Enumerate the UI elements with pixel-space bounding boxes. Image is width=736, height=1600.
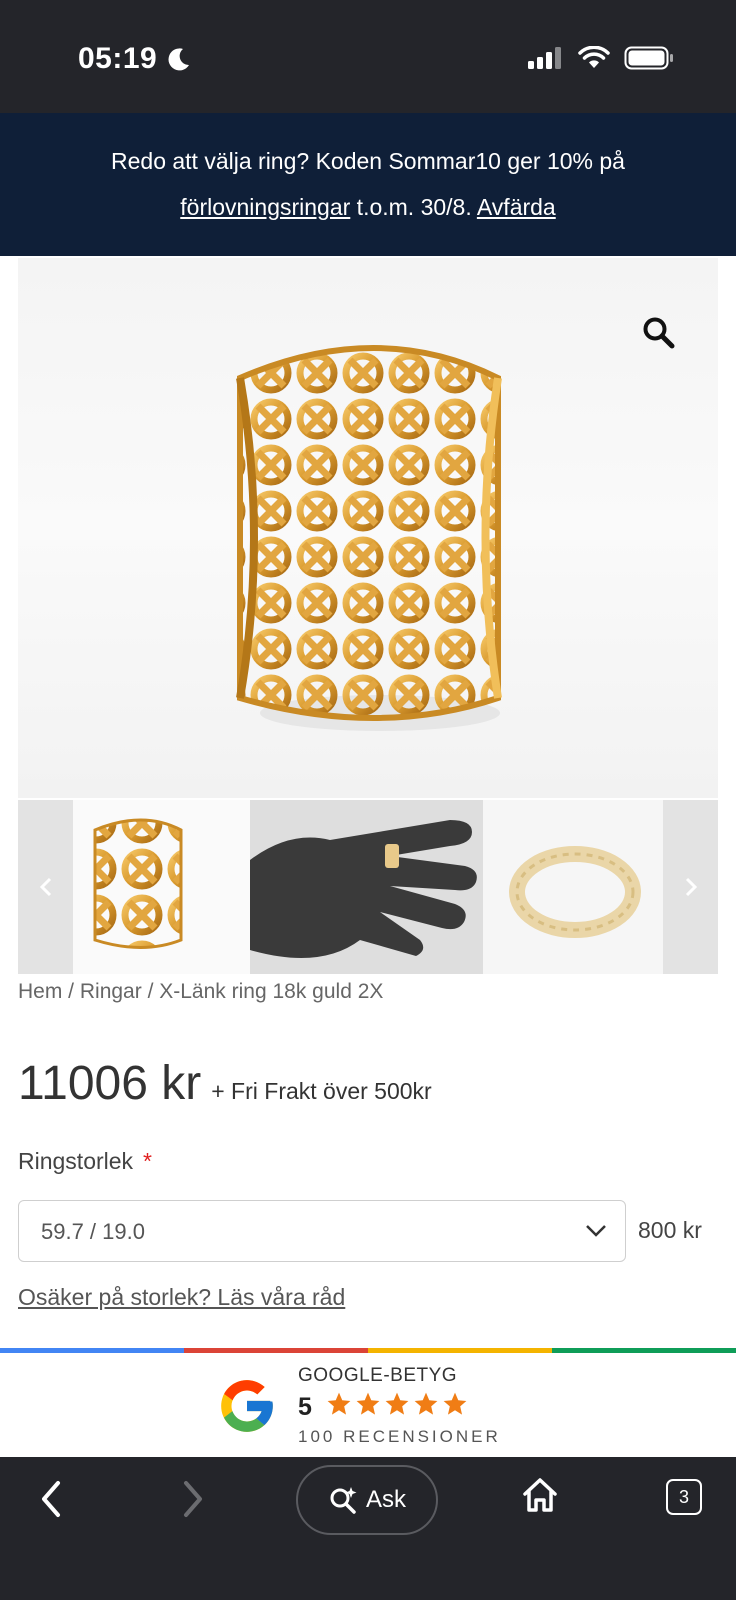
chevron-left-icon — [39, 877, 51, 897]
product-image[interactable] — [18, 258, 718, 798]
google-logo-icon — [221, 1380, 273, 1432]
size-help-link[interactable]: Osäker på storlek? Läs våra råd — [18, 1284, 345, 1311]
promo-date-text: t.o.m. 30/8. — [350, 194, 477, 220]
ring-image — [236, 345, 502, 731]
browser-toolbar: Ask 3 — [0, 1457, 736, 1600]
google-rating-score: 5 — [298, 1393, 312, 1421]
breadcrumb-home[interactable]: Hem — [18, 980, 62, 1003]
star-icon — [443, 1392, 467, 1415]
google-rating-badge[interactable]: GOOGLE-BETYG 5 100 RECENSIONER — [0, 1353, 736, 1457]
product-price: 11006 kr — [18, 1057, 202, 1110]
breadcrumb-current: X-Länk ring 18k guld 2X — [159, 980, 384, 1003]
star-icon — [414, 1392, 438, 1415]
status-bar: 05:19 — [0, 0, 736, 113]
ring-size-label: Ringstorlek * — [18, 1148, 152, 1175]
price-block: 11006 kr + Fri Frakt över 500kr — [18, 1056, 432, 1111]
tabs-button[interactable]: 3 — [666, 1479, 702, 1515]
thumbnail-2[interactable] — [250, 800, 483, 974]
promo-banner: Redo att välja ring? Koden Sommar10 ger … — [0, 113, 736, 256]
moon-icon — [168, 48, 189, 71]
thumbnail-ring-image — [93, 818, 183, 949]
gallery-prev-button[interactable] — [18, 800, 73, 974]
star-icon — [327, 1392, 351, 1415]
breadcrumb-separator: / — [62, 980, 80, 1003]
review-count: 100 RECENSIONER — [298, 1427, 501, 1446]
dismiss-link[interactable]: Avfärda — [477, 194, 556, 220]
ring-size-select[interactable]: 59.7 / 19.0 — [18, 1200, 626, 1262]
battery-icon — [624, 46, 673, 70]
required-mark: * — [143, 1148, 152, 1174]
thumbnail-ring-light-image — [509, 846, 641, 938]
cellular-signal-icon — [528, 47, 561, 69]
chevron-down-icon — [586, 1225, 606, 1237]
ring-size-price: 800 kr — [638, 1217, 702, 1243]
thumbnail-hand-image — [250, 800, 483, 974]
gallery-next-button[interactable] — [663, 800, 718, 974]
forward-icon[interactable] — [178, 1477, 208, 1521]
star-icon — [356, 1392, 380, 1415]
status-time: 05:19 — [78, 42, 158, 75]
back-icon[interactable] — [36, 1477, 66, 1521]
ask-label: Ask — [365, 1486, 406, 1513]
ring-size-label-text: Ringstorlek — [18, 1148, 134, 1174]
wifi-icon — [578, 46, 610, 68]
rating-stars — [326, 1391, 468, 1417]
thumbnail-1[interactable] — [73, 800, 250, 974]
sparkle-search-icon — [330, 1487, 357, 1514]
ring-size-value: 59.7 / 19.0 — [41, 1219, 145, 1244]
zoom-icon[interactable] — [642, 316, 676, 350]
google-rating-title: GOOGLE-BETYG — [298, 1365, 458, 1386]
home-icon[interactable] — [520, 1475, 560, 1515]
promo-line-2: förlovningsringar t.o.m. 30/8. Avfärda — [0, 184, 736, 230]
breadcrumb: Hem / Ringar / X-Länk ring 18k guld 2X — [18, 980, 383, 1004]
thumbnail-gallery — [18, 800, 718, 974]
shipping-note: + Fri Frakt över 500kr — [211, 1078, 432, 1104]
ask-button[interactable]: Ask — [296, 1465, 438, 1535]
thumbnail-3[interactable] — [483, 800, 663, 974]
breadcrumb-rings[interactable]: Ringar — [80, 980, 142, 1003]
star-icon — [385, 1392, 409, 1415]
promo-line-1: Redo att välja ring? Koden Sommar10 ger … — [111, 148, 625, 174]
engagement-rings-link[interactable]: förlovningsringar — [180, 194, 350, 220]
chevron-right-icon — [685, 877, 697, 897]
breadcrumb-separator: / — [141, 980, 160, 1003]
